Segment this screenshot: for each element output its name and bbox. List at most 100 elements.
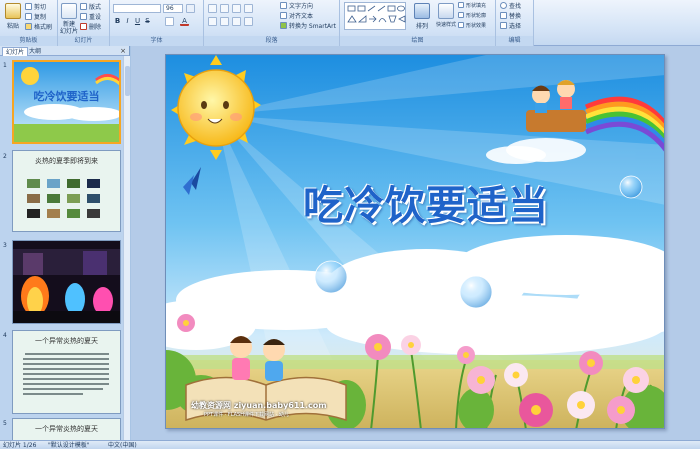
quick-styles-icon (438, 3, 454, 19)
tab-outline[interactable]: 大纲 (26, 47, 44, 56)
thumbnail-2-photos (27, 179, 100, 218)
thumbnail-4-text-lines (23, 353, 109, 395)
font-group: 96 B I U S A 字体 (110, 0, 204, 46)
effects-icon (458, 22, 464, 28)
thumbnail-slide-1[interactable]: 吃冷饮要适当 (12, 60, 121, 144)
slide-background (166, 55, 664, 428)
numbering-icon[interactable] (220, 4, 229, 13)
shapes-gallery-icons (347, 5, 406, 23)
align-text-icon (280, 12, 287, 19)
editing-group-label: 编辑 (496, 36, 533, 46)
brush-icon (25, 23, 32, 30)
slides-group-label: 幻灯片 (58, 36, 109, 46)
slide-canvas[interactable]: 吃冷饮要适当 幼教资源网 ziyuan.baby611.com PPT课件 · … (165, 54, 665, 429)
align-center-icon[interactable] (220, 17, 229, 26)
copy-button[interactable]: 复制 (25, 13, 46, 22)
align-left-icon[interactable] (208, 17, 217, 26)
slides-group: 新建 幻灯片 版式 重设 删除 幻灯片 (58, 0, 110, 46)
find-button[interactable]: 查找 (500, 2, 521, 11)
layout-icon (80, 3, 87, 10)
theme-name: "默认设计模板" (48, 442, 90, 449)
thumbnail-5-title: 一个异常炎热的夏天 (35, 425, 98, 433)
paragraph-group-label: 段落 (204, 36, 339, 46)
ribbon: 粘贴 剪切 复制 格式刷 剪贴板 新建 幻灯片 版式 重设 删除 幻灯片 96 … (0, 0, 700, 46)
decrease-indent-icon[interactable] (232, 4, 241, 13)
thumbnail-slide-3[interactable] (12, 240, 121, 324)
text-direction-icon (280, 2, 287, 9)
thumbnail-scrollbar[interactable] (123, 56, 130, 440)
slide-count: 幻灯片 1/26 (3, 442, 37, 449)
align-right-icon[interactable] (232, 17, 241, 26)
close-icon[interactable]: × (120, 46, 126, 56)
bullets-icon[interactable] (208, 4, 217, 13)
bold-icon[interactable]: B (113, 17, 122, 26)
smartart-icon (280, 22, 287, 29)
justify-icon[interactable] (244, 17, 253, 26)
thumbnail-slide-4[interactable]: 一个异常炎热的夏天 (12, 330, 121, 414)
drawing-group: 排列 快速样式 形状填充 形状轮廓 形状效果 绘图 (340, 0, 496, 46)
scrollbar-thumb[interactable] (125, 66, 130, 96)
text-spacing-icon[interactable] (165, 17, 174, 26)
shapes-gallery[interactable] (344, 2, 406, 30)
arrange-button[interactable]: 排列 (412, 3, 432, 30)
grow-font-icon[interactable] (186, 4, 195, 13)
align-text-button[interactable]: 对齐文本 (280, 12, 313, 21)
layout-button[interactable]: 版式 (80, 3, 101, 12)
clipboard-group-label: 剪贴板 (0, 36, 57, 46)
select-button[interactable]: 选择 (500, 22, 521, 31)
watermark-text: 幼教资源网 ziyuan.baby611.com (191, 401, 327, 410)
text-direction-button[interactable]: 文字方向 (280, 2, 313, 11)
underline-icon[interactable]: U (133, 17, 142, 26)
editing-group: 查找 替换 选择 编辑 (496, 0, 534, 46)
paste-icon (5, 3, 21, 19)
italic-icon[interactable]: I (123, 17, 132, 26)
increase-indent-icon[interactable] (244, 4, 253, 13)
delete-slide-button[interactable]: 删除 (80, 23, 101, 32)
watermark-subtext: PPT课件 · FLASH课件下载网站 · 幼儿 (204, 412, 289, 418)
convert-smartart-button[interactable]: 转换为 SmartArt (280, 22, 336, 31)
replace-icon (500, 12, 507, 19)
thumbnail-3-image (13, 241, 120, 323)
drawing-group-label: 绘图 (340, 36, 495, 46)
reset-button[interactable]: 重设 (80, 13, 101, 22)
language-status[interactable]: 中文(中国) (108, 441, 137, 449)
slide-title[interactable]: 吃冷饮要适当 (226, 173, 626, 231)
font-color-icon[interactable]: A (180, 17, 189, 26)
thumbnail-slide-5[interactable]: 一个异常炎热的夏天 (12, 418, 121, 440)
shape-outline-button[interactable]: 形状轮廓 (458, 12, 486, 20)
replace-button[interactable]: 替换 (500, 12, 521, 21)
thumb-number: 3 (3, 242, 7, 249)
thumbnail-slide-2[interactable]: 炎热的夏季即将到来 (12, 150, 121, 232)
cut-button[interactable]: 剪切 (25, 3, 46, 12)
new-slide-icon (61, 3, 77, 19)
paste-button[interactable]: 粘贴 (3, 3, 23, 30)
font-size-combo[interactable]: 96 (163, 4, 183, 13)
delete-icon (80, 23, 87, 30)
copy-icon (25, 13, 32, 20)
thumb-number: 5 (3, 420, 7, 427)
new-slide-button[interactable]: 新建 幻灯片 (60, 3, 78, 35)
pen-icon (458, 12, 464, 18)
thumb-number: 1 (3, 62, 7, 69)
find-icon (500, 2, 507, 9)
thumb-number: 2 (3, 153, 7, 160)
scissors-icon (25, 3, 32, 10)
shape-effects-button[interactable]: 形状效果 (458, 22, 486, 30)
strikethrough-icon[interactable]: S (143, 17, 152, 26)
shape-fill-button[interactable]: 形状填充 (458, 2, 486, 10)
thumbnail-1-title: 吃冷饮要适当 (33, 90, 100, 103)
thumb-number: 4 (3, 332, 7, 339)
format-painter-button[interactable]: 格式刷 (25, 23, 52, 32)
clipboard-group: 粘贴 剪切 复制 格式刷 剪贴板 (0, 0, 58, 46)
font-group-label: 字体 (110, 36, 203, 46)
panel-tabs: 幻灯片 大纲 × (0, 46, 129, 56)
tab-slides[interactable]: 幻灯片 (2, 47, 29, 56)
arrange-icon (414, 3, 430, 19)
reset-icon (80, 13, 87, 20)
select-arrow-icon (500, 22, 507, 29)
fill-bucket-icon (458, 2, 464, 8)
paragraph-group: 文字方向 对齐文本 转换为 SmartArt 段落 (204, 0, 340, 46)
status-bar: 幻灯片 1/26 "默认设计模板" 中文(中国) (0, 440, 700, 449)
font-name-combo[interactable] (113, 4, 161, 13)
quick-styles-button[interactable]: 快速样式 (434, 3, 458, 28)
